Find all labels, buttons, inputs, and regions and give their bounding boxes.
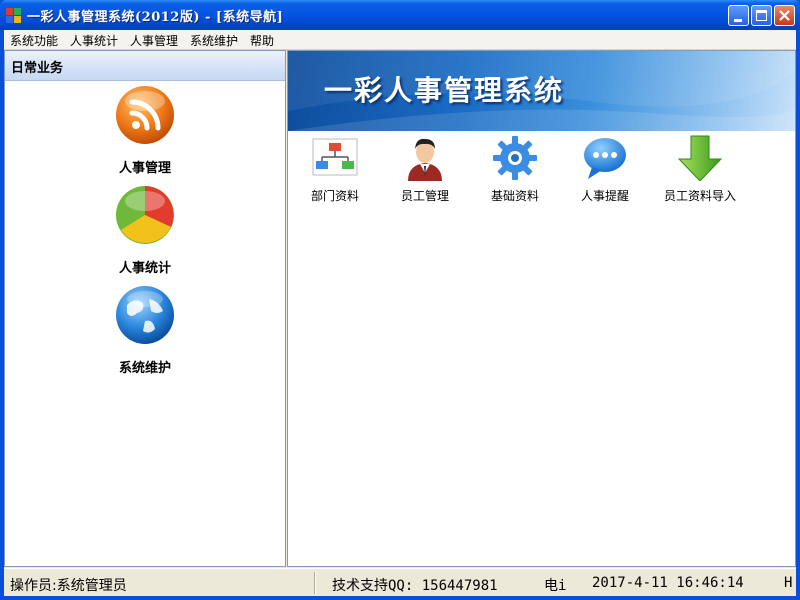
status-phone: 电i (544, 578, 567, 594)
left-nav-panel: 日常业务 人事管理 人事统计 系统维护 (4, 50, 286, 567)
status-support: 技术支持QQ: 156447981 (332, 578, 498, 594)
chat-bubble-icon (584, 138, 626, 179)
menu-system-functions[interactable]: 系统功能 (10, 32, 58, 49)
minimize-button[interactable] (728, 5, 749, 26)
tool-employee-management[interactable]: 员工管理 (380, 135, 470, 205)
menu-help[interactable]: 帮助 (250, 32, 274, 49)
maximize-icon (756, 10, 767, 21)
globe-icon (116, 286, 174, 344)
tool-label: 员工管理 (400, 189, 449, 203)
nav-item-hr-management[interactable]: 人事管理 (5, 85, 285, 181)
org-chart-icon (312, 138, 358, 176)
client-area: 系统功能 人事统计 人事管理 系统维护 帮助 日常业务 人事管理 人事统计 系统… (4, 30, 796, 596)
tool-basic-info[interactable]: 基础资料 (470, 135, 560, 205)
title-bar[interactable]: 一彩人事管理系统(2012版) - [系统导航] (0, 0, 800, 30)
status-datetime: 2017-4-11 16:46:14 (592, 575, 744, 591)
banner-title: 一彩人事管理系统 (324, 74, 565, 107)
status-extra: H (784, 575, 793, 591)
minimize-icon (734, 19, 742, 22)
tool-hr-reminder[interactable]: 人事提醒 (560, 135, 650, 205)
rss-icon (116, 86, 174, 144)
gear-icon (493, 136, 537, 180)
maximize-button[interactable] (751, 5, 772, 26)
window-title: 一彩人事管理系统(2012版) - [系统导航] (27, 10, 284, 25)
tool-label: 部门资料 (310, 189, 359, 203)
main-content-panel: 一彩人事管理系统 部门资料 员工管理 基础资料 人事提醒 员工资料导入 (287, 50, 796, 567)
nav-item-hr-statistics[interactable]: 人事统计 (5, 185, 285, 281)
status-separator (314, 572, 316, 594)
status-bar: 操作员:系统管理员 技术支持QQ: 156447981 电i 2017-4-11… (4, 568, 796, 596)
tool-label: 人事提醒 (580, 189, 629, 203)
nav-label: 人事管理 (118, 161, 171, 176)
tool-label: 基础资料 (490, 189, 539, 203)
menu-hr-statistics[interactable]: 人事统计 (70, 32, 118, 49)
tool-employee-import[interactable]: 员工资料导入 (650, 135, 750, 205)
menu-system-maintenance[interactable]: 系统维护 (190, 32, 238, 49)
close-button[interactable] (774, 5, 795, 26)
tool-label: 员工资料导入 (663, 189, 736, 203)
nav-item-system-maintenance[interactable]: 系统维护 (5, 285, 285, 381)
banner: 一彩人事管理系统 (288, 51, 795, 131)
menu-bar: 系统功能 人事统计 人事管理 系统维护 帮助 (4, 30, 796, 50)
close-icon (779, 10, 790, 21)
pie-chart-icon (116, 186, 174, 244)
app-window: 一彩人事管理系统(2012版) - [系统导航] 系统功能 人事统计 人事管理 … (0, 0, 800, 600)
nav-label: 人事统计 (118, 261, 171, 276)
tool-department-info[interactable]: 部门资料 (290, 135, 380, 205)
left-panel-header: 日常业务 (5, 51, 285, 81)
status-operator: 操作员:系统管理员 (10, 578, 127, 594)
nav-label: 系统维护 (118, 361, 171, 376)
app-logo-icon (6, 8, 22, 24)
menu-hr-management[interactable]: 人事管理 (130, 32, 178, 49)
employee-icon (408, 138, 442, 181)
download-arrow-icon (677, 135, 723, 181)
